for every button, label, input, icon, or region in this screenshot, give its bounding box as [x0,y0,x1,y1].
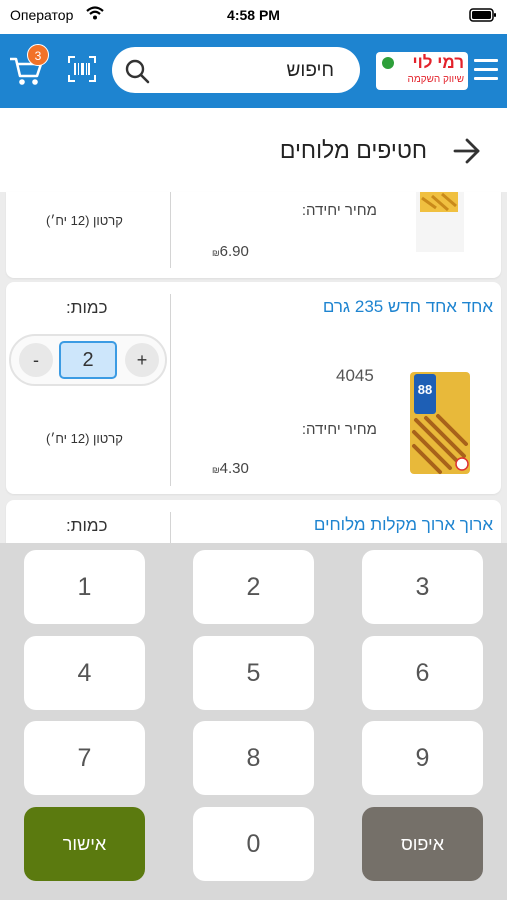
key-3[interactable]: 3 [362,550,483,624]
card-divider [170,294,171,486]
key-4[interactable]: 4 [24,636,145,710]
quantity-label: כמות: [66,298,108,317]
carton-label: קרטון (12 יח׳) [46,431,123,446]
product-image: 88 [410,372,470,474]
svg-text:88: 88 [418,382,432,397]
card-divider [170,192,171,268]
confirm-button[interactable]: אישור [24,807,145,881]
key-8[interactable]: 8 [193,721,314,795]
currency-symbol: ₪ [212,248,220,258]
unit-price-label: מחיר יחידה: [301,202,377,219]
key-6[interactable]: 6 [362,636,483,710]
key-2[interactable]: 2 [193,550,314,624]
reset-button[interactable]: איפוס [362,807,483,881]
numeric-keypad: 1 2 3 4 5 6 7 8 9 אישור 0 איפוס [0,543,507,900]
cart-count-badge: 3 [27,44,49,66]
page-title: חטיפים מלוחים [279,137,427,163]
carton-label: קרטון (12 יח׳) [46,213,123,228]
store-logo[interactable]: רמי לוי שיווק השקמה [376,52,468,90]
clock: 4:58 PM [227,7,280,23]
search-bar[interactable]: חיפוש [112,47,360,93]
key-1[interactable]: 1 [24,550,145,624]
category-title-bar: חטיפים מלוחים [0,108,507,192]
logo-tagline: שיווק השקמה [407,74,464,85]
quantity-input[interactable]: 2 [59,341,117,379]
barcode-scan-icon[interactable] [68,55,96,83]
product-card[interactable]: מחיר יחידה: ₪6.90 קרטון (12 יח׳) [6,192,501,278]
product-card[interactable]: אחד אחד חדש 235 גרם 4045 88 מחיר יחידה: … [6,282,501,494]
search-input[interactable]: חיפוש [287,60,334,82]
product-code: 4045 [336,366,374,385]
app-header: 3 חיפוש רמי לוי שיווק השקמה [0,34,507,108]
price-value: ₪4.30 [212,460,249,477]
price-amount: 4.30 [219,460,249,477]
hamburger-menu-icon[interactable] [474,59,498,81]
key-9[interactable]: 9 [362,721,483,795]
unit-price-label: מחיר יחידה: [301,421,377,438]
quantity-label: כמות: [66,516,108,535]
search-icon [125,59,150,84]
logo-name: רמי לוי [412,53,464,72]
product-name[interactable]: ארוך ארוך מקלות מלוחים [314,515,493,535]
increment-button[interactable]: + [125,343,159,377]
price-value: ₪6.90 [212,243,249,260]
key-0[interactable]: 0 [193,807,314,881]
leaf-icon [382,57,394,69]
price-amount: 6.90 [219,243,249,260]
currency-symbol: ₪ [212,465,220,475]
key-7[interactable]: 7 [24,721,145,795]
status-bar: Оператор 4:58 PM [0,0,507,34]
quantity-stepper[interactable]: - 2 + [9,334,167,386]
decrement-button[interactable]: - [19,343,53,377]
product-name[interactable]: אחד אחד חדש 235 גרם [323,297,493,317]
product-image [416,192,464,252]
arrow-right-icon[interactable] [453,138,481,164]
key-5[interactable]: 5 [193,636,314,710]
battery-icon [469,8,496,22]
